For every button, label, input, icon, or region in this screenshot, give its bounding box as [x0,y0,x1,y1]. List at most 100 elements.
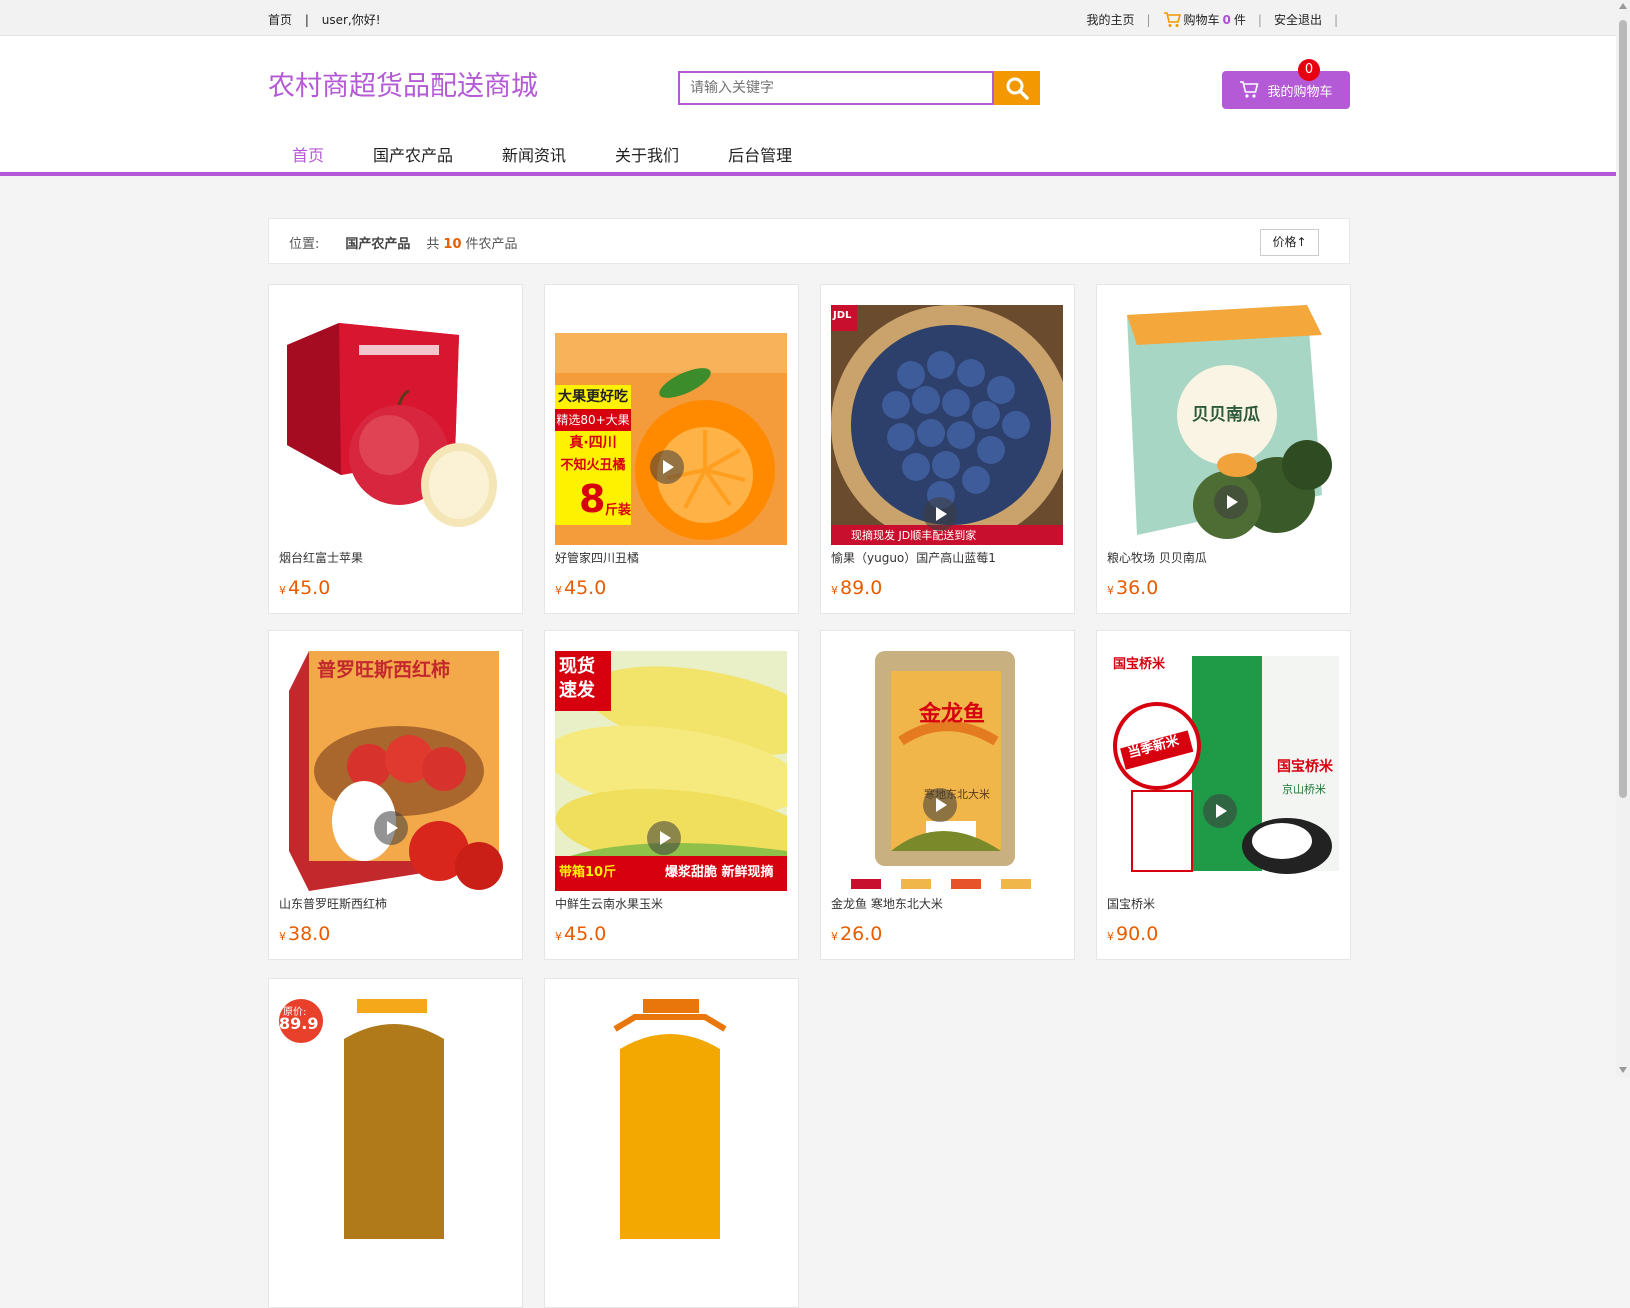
play-video-icon[interactable] [1203,794,1237,828]
nav-news[interactable]: 新闻资讯 [502,142,566,166]
nav-products[interactable]: 国产农产品 [373,142,453,166]
play-video-icon[interactable] [374,811,408,845]
nav-admin[interactable]: 后台管理 [728,142,792,166]
product-image-rice-green[interactable]: 国宝桥米 当季新米 国宝桥米 京山桥米 [1107,651,1339,891]
divider: | [1333,12,1338,27]
product-name[interactable]: 国宝桥米 [1107,895,1155,912]
search-button[interactable] [994,71,1040,105]
nav-about[interactable]: 关于我们 [615,142,679,166]
product-name[interactable]: 山东普罗旺斯西红柿 [279,895,387,912]
oil-original-price: 89.9 [279,1014,319,1033]
scroll-up-arrow-icon[interactable] [1619,3,1627,9]
product-card[interactable]: 普罗旺斯西红柿 山东普罗旺斯西红柿 ¥38.0 [268,630,523,960]
top-cart-unit: 件 [1233,13,1246,27]
product-price: ¥38.0 [279,923,331,945]
total-prefix: 共 [426,237,440,252]
top-cart-label: 购物车 [1183,13,1220,27]
my-home-link[interactable]: 我的主页 [1086,11,1134,28]
orange-label-5: 8 [579,477,606,521]
product-card[interactable]: 大果更好吃 精选80+大果 真·四川 不知火丑橘 8 斤装 好管家四川丑橘 ¥4… [544,284,799,614]
product-price: ¥90.0 [1107,923,1159,945]
scrollbar[interactable] [1616,0,1630,1077]
total-count: 10 [443,237,462,252]
rice-brand: 金龙鱼 [919,702,986,727]
location-bar: 位置: 国产农产品 共 10 件农产品 价格↑ [268,218,1350,264]
product-name[interactable]: 愉果（yuguo）国产高山蓝莓1 [831,549,996,566]
corn-label-3: 爆浆甜脆 新鲜现摘 [665,865,774,880]
scrollbar-thumb[interactable] [1619,20,1627,798]
product-card[interactable]: 烟台红富士苹果 ¥45.0 [268,284,523,614]
cart-icon [1163,11,1181,27]
product-name[interactable]: 好管家四川丑橘 [555,549,639,566]
product-card[interactable]: 贝贝南瓜 粮心牧场 贝贝南瓜 ¥36.0 [1096,284,1351,614]
my-cart-label: 我的购物车 [1267,84,1333,100]
product-price: ¥45.0 [555,923,607,945]
product-image-blueberries[interactable]: JDL 现摘现发 JD顺丰配送到家 [831,305,1063,545]
search-input[interactable] [678,71,994,105]
total-suffix: 件农产品 [465,237,518,252]
product-image-rice[interactable]: 金龙鱼 寒地东北大米 [831,651,1063,891]
rice2-brand: 国宝桥米 [1113,657,1166,672]
product-image-oil-2[interactable] [555,999,787,1239]
product-image-corn[interactable]: 现货速发 带箱10斤 爆浆甜脆 新鲜现摘 [555,651,787,891]
nav-home[interactable]: 首页 [292,142,324,166]
play-video-icon[interactable] [923,788,957,822]
location-label: 位置: [289,237,320,252]
tomato-label: 普罗旺斯西红柿 [317,659,451,681]
product-image-orange[interactable]: 大果更好吃 精选80+大果 真·四川 不知火丑橘 8 斤装 [555,305,787,545]
product-name[interactable]: 中鲜生云南水果玉米 [555,895,663,912]
search-bar [678,71,1040,105]
corn-label-1: 现货速发 [559,656,595,701]
top-bar: 首页 | user,你好! 我的主页 | 购物车 0 件 | 安全退出 | [0,0,1616,36]
my-cart-button[interactable]: 我的购物车 0 [1222,59,1350,109]
orange-label-2: 精选80+大果 [555,409,631,431]
product-card[interactable]: 现货速发 带箱10斤 爆浆甜脆 新鲜现摘 中鲜生云南水果玉米 ¥45.0 [544,630,799,960]
product-image-pumpkin[interactable]: 贝贝南瓜 [1107,305,1339,545]
product-name[interactable]: 金龙鱼 寒地东北大米 [831,895,943,912]
play-video-icon[interactable] [1214,485,1248,519]
product-image-apple[interactable] [279,305,511,545]
rice2-origin: 京山桥米 [1282,783,1326,796]
scroll-down-arrow-icon[interactable] [1619,1067,1627,1073]
product-card[interactable]: 原价: 89.9 [268,978,523,1308]
rice2-bag-label: 国宝桥米 [1277,759,1333,775]
product-card[interactable]: 国宝桥米 当季新米 国宝桥米 京山桥米 国宝桥米 ¥90.0 [1096,630,1351,960]
sort-price-button[interactable]: 价格↑ [1260,229,1319,256]
product-card[interactable]: JDL 现摘现发 JD顺丰配送到家 愉果（yuguo）国产高山蓝莓1 ¥89.0 [820,284,1075,614]
play-video-icon[interactable] [923,497,957,531]
pumpkin-label: 贝贝南瓜 [1192,405,1260,425]
play-video-icon[interactable] [647,821,681,855]
top-home-link[interactable]: 首页 [268,13,292,27]
user-greeting: user,你好! [321,13,381,27]
header: 农村商超货品配送商城 我的购物车 0 首页 国产农产品 新闻资讯 关于我们 后台… [0,36,1616,176]
site-logo[interactable]: 农村商超货品配送商城 [268,64,538,103]
product-image-tomato[interactable]: 普罗旺斯西红柿 [279,651,511,891]
orange-label-1: 大果更好吃 [555,385,631,409]
product-image-oil[interactable]: 原价: 89.9 [279,999,511,1239]
orange-weight-box: 8 斤装 [555,477,631,525]
orange-label-4: 不知火丑橘 [555,455,631,477]
product-price: ¥36.0 [1107,577,1159,599]
top-separator: | [304,13,309,27]
divider: | [1257,12,1262,27]
top-cart-link[interactable]: 购物车 0 件 [1163,11,1246,28]
product-card[interactable]: 金龙鱼 寒地东北大米 金龙鱼 寒地东北大米 ¥26.0 [820,630,1075,960]
logout-link[interactable]: 安全退出 [1274,11,1322,28]
cart-badge: 0 [1298,59,1320,81]
jd-logo: JDL [833,310,852,321]
location-category[interactable]: 国产农产品 [345,237,410,252]
blueberry-banner: 现摘现发 JD顺丰配送到家 [851,529,977,542]
top-cart-count: 0 [1222,12,1231,27]
product-name[interactable]: 粮心牧场 贝贝南瓜 [1107,549,1207,566]
product-card[interactable] [544,978,799,1308]
play-video-icon[interactable] [650,450,684,484]
divider: | [1146,12,1151,27]
orange-label-6: 斤装 [605,503,632,518]
product-price: ¥45.0 [279,577,331,599]
search-icon [1006,77,1029,100]
main-nav: 首页 国产农产品 新闻资讯 关于我们 后台管理 [292,142,841,166]
product-price: ¥26.0 [831,923,883,945]
cart-icon [1240,81,1260,98]
product-name[interactable]: 烟台红富士苹果 [279,549,363,566]
product-price: ¥45.0 [555,577,607,599]
